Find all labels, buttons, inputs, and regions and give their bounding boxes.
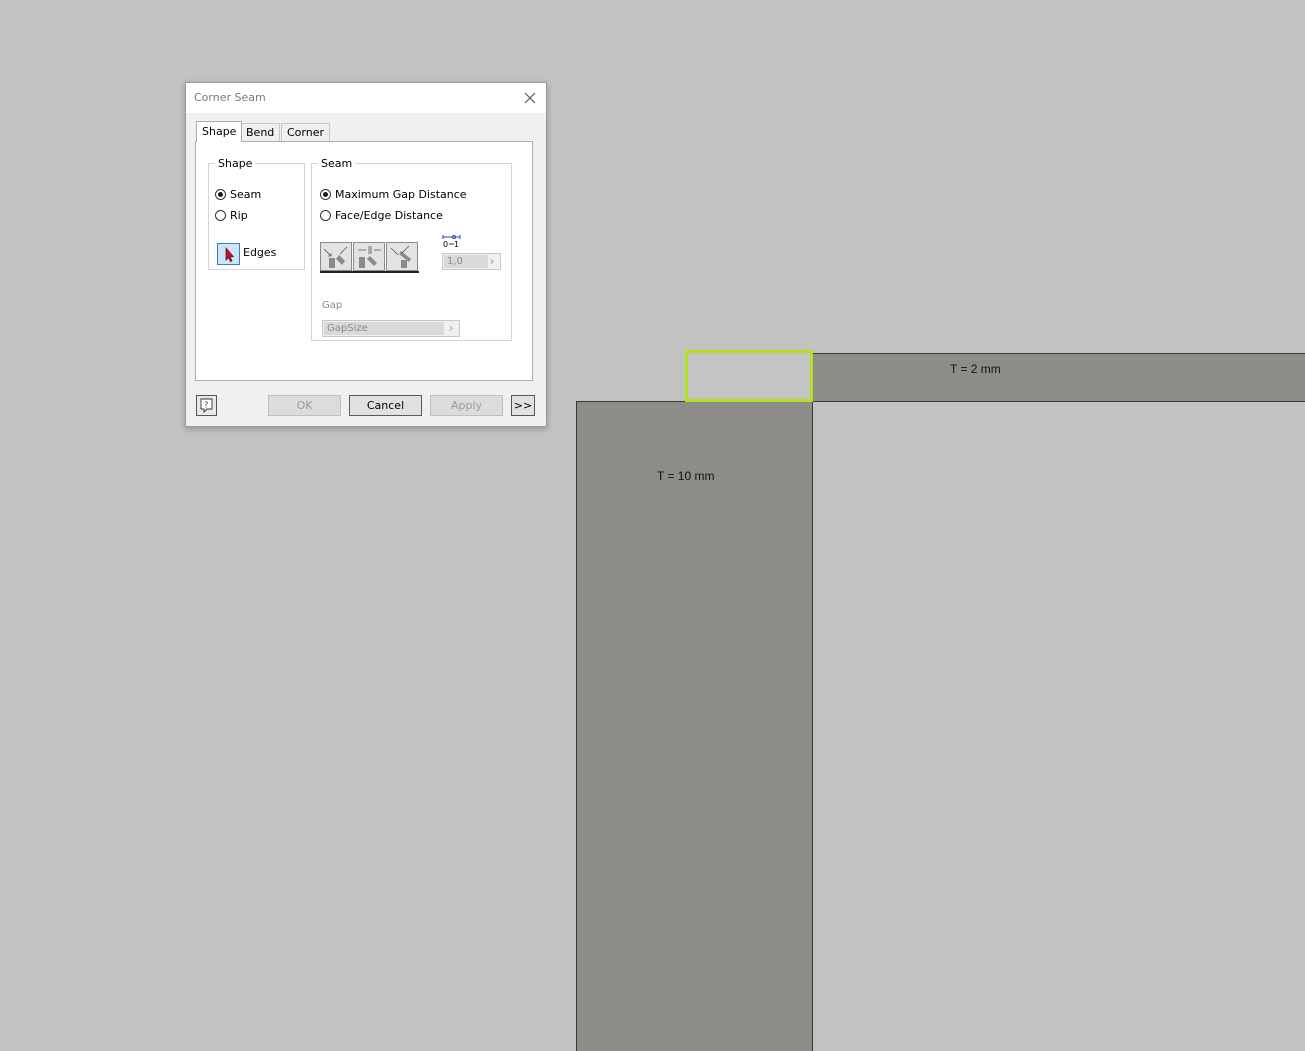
radio-face-edge-distance-indicator[interactable]	[320, 210, 331, 221]
radio-seam-label: Seam	[230, 188, 262, 201]
cursor-arrow-icon	[225, 247, 235, 262]
plate-top-2mm[interactable]	[811, 353, 1305, 402]
seam-group-legend: Seam	[321, 157, 353, 170]
dialog-title: Corner Seam	[194, 91, 266, 104]
edges-select-button[interactable]	[217, 243, 240, 265]
radio-face-edge-distance[interactable]: Face/Edge Distance	[320, 209, 443, 222]
chevron-right-icon[interactable]: ›	[486, 254, 498, 269]
shape-group-legend: Shape	[218, 157, 253, 170]
tab-panel-shape: Shape Seam Rip Edges Seam Maximum Gap Di…	[195, 141, 533, 381]
shape-group: Shape Seam Rip Edges	[208, 157, 305, 270]
cancel-button[interactable]: Cancel	[349, 395, 422, 416]
radio-rip-label: Rip	[230, 209, 248, 222]
corner-seam-dialog: Corner Seam Shape Bend Corner Shape Seam…	[185, 82, 547, 427]
apply-button[interactable]: Apply	[430, 395, 503, 416]
chevron-right-icon[interactable]: ›	[445, 321, 457, 336]
help-button[interactable]: ?	[196, 395, 217, 416]
radio-face-edge-distance-label: Face/Edge Distance	[335, 209, 443, 222]
ratio-0-1-icon: 0 1	[442, 232, 464, 249]
radio-seam-indicator[interactable]	[215, 189, 226, 200]
seam-overlap-option[interactable]	[353, 242, 385, 271]
seam-reverse-option[interactable]	[386, 242, 418, 271]
more-options-button[interactable]: >>	[511, 395, 535, 416]
gap-field[interactable]: GapSize ›	[322, 320, 460, 337]
edges-label: Edges	[243, 246, 277, 259]
radio-seam[interactable]: Seam	[215, 188, 261, 201]
radio-maximum-gap-distance[interactable]: Maximum Gap Distance	[320, 188, 467, 201]
thickness-label-side: T = 10 mm	[657, 469, 715, 483]
gap-value: GapSize	[324, 322, 444, 335]
seam-overlap-icon	[358, 246, 381, 268]
seam-options-underline	[320, 271, 419, 273]
close-icon[interactable]	[520, 88, 540, 108]
svg-text:1: 1	[454, 240, 459, 248]
ok-button[interactable]: OK	[268, 395, 341, 416]
corner-highlight[interactable]	[685, 350, 813, 402]
radio-maximum-gap-distance-indicator[interactable]	[320, 189, 331, 200]
plate-side-10mm[interactable]	[576, 401, 813, 1051]
svg-text:?: ?	[204, 401, 208, 410]
seam-group: Seam Maximum Gap Distance Face/Edge Dist…	[311, 157, 512, 341]
radio-maximum-gap-distance-label: Maximum Gap Distance	[335, 188, 467, 201]
dialog-titlebar[interactable]: Corner Seam	[186, 83, 546, 113]
ratio-value: 1,0	[444, 255, 488, 268]
tab-corner[interactable]: Corner	[281, 123, 331, 141]
seam-symmetric-icon	[323, 246, 348, 268]
help-icon: ?	[200, 398, 213, 414]
tab-shape[interactable]: Shape	[196, 121, 243, 142]
seam-symmetric-option[interactable]	[320, 242, 352, 271]
thickness-label-top: T = 2 mm	[950, 362, 1001, 376]
seam-reverse-icon	[390, 245, 411, 268]
radio-rip[interactable]: Rip	[215, 209, 248, 222]
radio-rip-indicator[interactable]	[215, 210, 226, 221]
ratio-field[interactable]: 1,0 ›	[442, 253, 501, 270]
svg-text:0: 0	[443, 240, 448, 248]
tab-bend[interactable]: Bend	[240, 123, 281, 141]
gap-label: Gap	[322, 300, 343, 311]
